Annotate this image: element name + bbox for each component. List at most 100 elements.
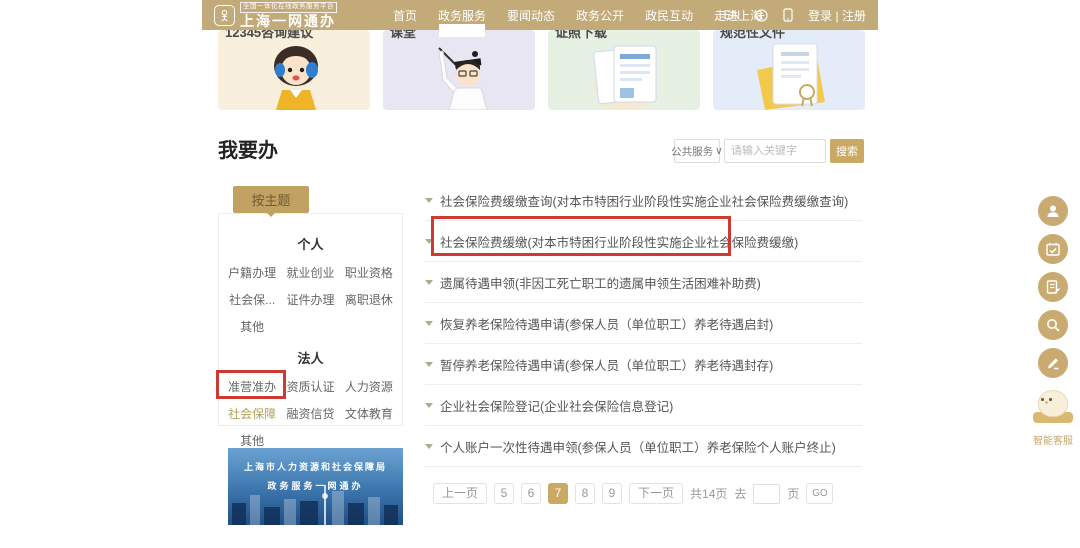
edit-icon[interactable] bbox=[1038, 348, 1068, 378]
sidebar-item[interactable]: 准营准办 bbox=[223, 378, 281, 395]
sidebar-item[interactable]: 其他 bbox=[223, 318, 281, 335]
nav-item[interactable]: 政务服务 bbox=[438, 7, 486, 24]
smart-service-label[interactable]: 智能客服 bbox=[1033, 432, 1073, 447]
page-buttons: 5 6 7 8 9 bbox=[494, 483, 622, 504]
service-label: 个人账户一次性待遇申领(参保人员（单位职工）养老保险个人账户终止) bbox=[440, 437, 836, 456]
total-pages-text: 共14页 bbox=[690, 485, 727, 502]
sidebar-item[interactable]: 社会保... bbox=[223, 291, 281, 308]
login-link[interactable]: 登录 bbox=[808, 9, 832, 23]
hotline-girl-illustration bbox=[218, 40, 370, 110]
service-label: 社会保险费缓缴查询(对本市特困行业阶段性实施企业社会保险费缓缴查询) bbox=[440, 191, 848, 210]
service-label: 恢复养老保险待遇申请(参保人员（单位职工）养老待遇启封) bbox=[440, 314, 773, 333]
category-select[interactable]: 公共服务 ∨ bbox=[674, 139, 720, 163]
nav-item[interactable]: 政民互动 bbox=[645, 7, 693, 24]
sidebar-item[interactable]: 社会保障 bbox=[223, 405, 281, 422]
triangle-marker-icon bbox=[425, 239, 433, 244]
search-button[interactable]: 搜索 bbox=[830, 139, 864, 163]
triangle-marker-icon bbox=[425, 198, 433, 203]
triangle-marker-icon bbox=[425, 403, 433, 408]
sidebar-item[interactable]: 职业资格 bbox=[340, 264, 398, 281]
page-suffix: 页 bbox=[787, 485, 799, 502]
documents-illustration bbox=[548, 40, 700, 110]
sidebar-item[interactable]: 其他 bbox=[223, 432, 281, 449]
language-toggle[interactable]: EN bbox=[723, 8, 740, 22]
next-page-button[interactable]: 下一页 bbox=[629, 483, 683, 504]
service-list-item[interactable]: 社会保险费缓缴查询(对本市特困行业阶段性实施企业社会保险费缓缴查询) bbox=[425, 180, 862, 221]
page-number-button[interactable]: 9 bbox=[602, 483, 622, 504]
pagination: 上一页 5 6 7 8 9 下一页 共14页 去 页 GO bbox=[433, 483, 833, 504]
banner-card-regulations[interactable]: 规范性文件 bbox=[713, 30, 865, 110]
page-title: 我要办 bbox=[218, 134, 278, 163]
sidebar-group-personal: 个人 户籍办理 就业创业 职业资格 社会保... 证件办理 离职退休 其他 bbox=[219, 234, 402, 335]
search-bar: 公共服务 ∨ 搜索 bbox=[674, 139, 864, 163]
header-right: EN 登录 | 注册 bbox=[723, 0, 866, 30]
search-icon[interactable] bbox=[1038, 310, 1068, 340]
mascot-body bbox=[1038, 390, 1068, 417]
sidebar-item[interactable]: 融资信贷 bbox=[281, 405, 339, 422]
mobile-icon[interactable] bbox=[783, 8, 793, 22]
page-number-button[interactable]: 7 bbox=[548, 483, 568, 504]
sidebar-item[interactable]: 人力资源 bbox=[340, 378, 398, 395]
promo-line1: 上海市人力资源和社会保障局 bbox=[228, 460, 403, 473]
sidebar-group-legal: 法人 准营准办 资质认证 人力资源 社会保障 融资信贷 文体教育 其他 bbox=[219, 348, 402, 449]
site-logo-icon bbox=[214, 5, 235, 26]
login-register: 登录 | 注册 bbox=[808, 7, 866, 24]
service-label: 企业社会保险登记(企业社会保险信息登记) bbox=[440, 396, 673, 415]
group-header-personal: 个人 bbox=[219, 234, 402, 253]
banner-card-classroom[interactable]: 课堂 bbox=[383, 30, 535, 110]
sidebar-item[interactable]: 户籍办理 bbox=[223, 264, 281, 281]
nav-item[interactable]: 政务公开 bbox=[576, 7, 624, 24]
service-list-item[interactable]: 社会保险费缓缴(对本市特困行业阶段性实施企业社会保险费缓缴) bbox=[425, 221, 862, 262]
search-input[interactable] bbox=[724, 139, 826, 163]
nav-item[interactable]: 首页 bbox=[393, 7, 417, 24]
prev-page-button[interactable]: 上一页 bbox=[433, 483, 487, 504]
user-icon[interactable] bbox=[1038, 196, 1068, 226]
sidebar-item[interactable]: 证件办理 bbox=[281, 291, 339, 308]
page-number-input[interactable] bbox=[753, 484, 780, 504]
register-link[interactable]: 注册 bbox=[842, 9, 866, 23]
form-icon[interactable] bbox=[1038, 272, 1068, 302]
service-label: 暂停养老保险待遇申请(参保人员（单位职工）养老待遇封存) bbox=[440, 355, 773, 374]
promo-line2: 政务服务一网通办 bbox=[228, 479, 403, 492]
sidebar-item[interactable]: 就业创业 bbox=[281, 264, 339, 281]
legal-items: 准营准办 资质认证 人力资源 社会保障 融资信贷 文体教育 其他 bbox=[219, 378, 402, 449]
group-header-legal: 法人 bbox=[219, 348, 402, 367]
site-title: 上海一网通办 bbox=[240, 14, 337, 28]
goto-prefix: 去 bbox=[734, 485, 746, 502]
go-button[interactable]: GO bbox=[806, 483, 833, 504]
service-list-item[interactable]: 遗属待遇申领(非因工死亡职工的遗属申领生活困难补助费) bbox=[425, 262, 862, 303]
smart-service-mascot[interactable] bbox=[1031, 388, 1075, 423]
hrss-promo-banner[interactable]: 上海市人力资源和社会保障局 政务服务一网通办 bbox=[228, 448, 403, 525]
banner-card-12345[interactable]: 12345咨询建议 bbox=[218, 30, 370, 110]
top-header: 全国一体化在线政务服务平台 上海一网通办 首页 政务服务 要闻动态 政务公开 政… bbox=[202, 0, 878, 30]
main-nav: 首页 政务服务 要闻动态 政务公开 政民互动 走进上海 bbox=[393, 7, 762, 24]
sidebar-item[interactable]: 资质认证 bbox=[281, 378, 339, 395]
login-divider: | bbox=[836, 9, 839, 23]
banner-cards: 12345咨询建议 课堂 bbox=[202, 30, 878, 110]
banner-card-download[interactable]: 证照下载 bbox=[548, 30, 700, 110]
service-list: 社会保险费缓缴查询(对本市特困行业阶段性实施企业社会保险费缓缴查询) 社会保险费… bbox=[425, 180, 862, 467]
triangle-marker-icon bbox=[425, 280, 433, 285]
personal-items: 户籍办理 就业创业 职业资格 社会保... 证件办理 离职退休 其他 bbox=[219, 264, 402, 335]
calendar-icon[interactable] bbox=[1038, 234, 1068, 264]
triangle-marker-icon bbox=[425, 321, 433, 326]
service-list-item[interactable]: 恢复养老保险待遇申请(参保人员（单位职工）养老待遇启封) bbox=[425, 303, 862, 344]
regulation-file-illustration bbox=[713, 40, 865, 110]
page-number-button[interactable]: 6 bbox=[521, 483, 541, 504]
site-logo[interactable]: 全国一体化在线政务服务平台 上海一网通办 bbox=[214, 2, 337, 28]
floating-toolbar: 智能客服 bbox=[1031, 196, 1075, 447]
triangle-marker-icon bbox=[425, 362, 433, 367]
nav-item[interactable]: 要闻动态 bbox=[507, 7, 555, 24]
teacher-illustration bbox=[383, 40, 535, 110]
accessibility-icon[interactable] bbox=[755, 9, 768, 22]
page-number-button[interactable]: 8 bbox=[575, 483, 595, 504]
sidebar-item[interactable]: 离职退休 bbox=[340, 291, 398, 308]
page-number-button[interactable]: 5 bbox=[494, 483, 514, 504]
tab-by-theme[interactable]: 按主题 bbox=[233, 186, 309, 213]
service-label: 遗属待遇申领(非因工死亡职工的遗属申领生活困难补助费) bbox=[440, 273, 761, 292]
sidebar-item[interactable]: 文体教育 bbox=[340, 405, 398, 422]
service-label: 社会保险费缓缴(对本市特困行业阶段性实施企业社会保险费缓缴) bbox=[440, 232, 798, 251]
service-list-item[interactable]: 企业社会保险登记(企业社会保险信息登记) bbox=[425, 385, 862, 426]
service-list-item[interactable]: 个人账户一次性待遇申领(参保人员（单位职工）养老保险个人账户终止) bbox=[425, 426, 862, 467]
service-list-item[interactable]: 暂停养老保险待遇申请(参保人员（单位职工）养老待遇封存) bbox=[425, 344, 862, 385]
